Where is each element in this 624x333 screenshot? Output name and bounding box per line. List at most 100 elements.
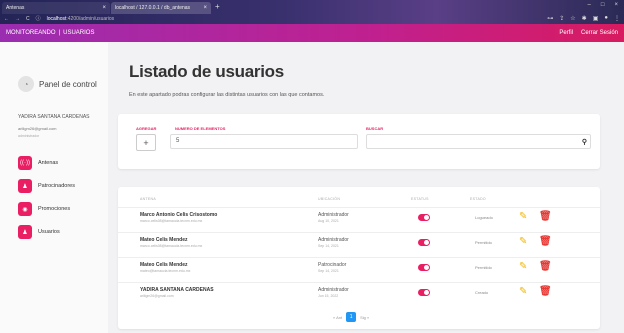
section-title: USUARIOS: [63, 30, 95, 36]
sidebar-item-patrocinadores[interactable]: ♟ Patrocinadores: [18, 179, 98, 193]
status-toggle[interactable]: [418, 214, 430, 221]
logout-link[interactable]: Cerrar Sesión: [581, 30, 618, 36]
status-text: Permitido: [475, 240, 492, 245]
status-toggle[interactable]: [418, 264, 430, 271]
close-window-icon[interactable]: ×: [614, 2, 618, 8]
user-role: Administrador: [318, 237, 349, 243]
star-icon[interactable]: ☆: [570, 15, 575, 22]
user-date: Jun 15, 2022: [318, 294, 339, 298]
column-header: ANTENA: [140, 197, 156, 201]
page-title: Listado de usuarios: [129, 62, 284, 81]
add-user-button[interactable]: +: [136, 134, 156, 151]
maximize-icon[interactable]: □: [601, 2, 605, 8]
edit-icon[interactable]: ✎: [519, 261, 527, 272]
info-icon: ⓘ: [35, 16, 41, 22]
status-text: Creado: [475, 290, 489, 295]
tab-label: localhost / 127.0.0.1 / db_antenas: [115, 5, 191, 11]
extensions-icon[interactable]: ✱: [582, 15, 587, 22]
key-icon[interactable]: ⊶: [547, 15, 553, 22]
url-path: :4200/admin/usuarios: [66, 15, 115, 22]
antenna-icon: ((·)): [18, 156, 32, 170]
sidebar-nav: ((·)) Antenas ♟ Patrocinadores ◉ Promoci…: [18, 156, 98, 239]
user-role: Patrocinador: [318, 262, 347, 268]
user-role: Administrador: [318, 212, 349, 218]
filter-card: AGREGAR NUMERO DE ELEMENTOS BUSCAR + 5 ⚲: [118, 114, 600, 169]
status-text: Logueado: [475, 215, 493, 220]
user-role: Administrador: [318, 287, 349, 293]
user-name: Marco Antonio Celis Crisostomo: [140, 212, 218, 218]
minimize-icon[interactable]: –: [588, 2, 591, 8]
table-row: Mateo Celis Mendez marco.celis08@tamaucl…: [118, 232, 600, 257]
pagination: « Ant 1 Sig »: [333, 312, 369, 322]
user-email: marco.celis08@tamaucla.tecnm.edu.mx: [140, 219, 203, 223]
user-icon: ♟: [18, 225, 32, 239]
next-page-link[interactable]: Sig »: [360, 315, 369, 320]
sidebar-item-label: Promociones: [38, 206, 71, 212]
reload-icon[interactable]: C: [26, 16, 30, 22]
trash-icon[interactable]: 🗑: [539, 286, 552, 297]
brand[interactable]: MONITOREANDO: [6, 30, 56, 36]
search-label: BUSCAR: [366, 126, 384, 131]
num-elements-label: NUMERO DE ELEMENTOS: [175, 126, 226, 131]
back-icon[interactable]: ←: [4, 16, 9, 22]
table-row: Mateo Celis Mendez mateo@tamaucla.tecnm.…: [118, 257, 600, 282]
status-text: Permitido: [475, 265, 492, 270]
trash-icon[interactable]: 🗑: [539, 236, 552, 247]
sidebar-item-usuarios[interactable]: ♟ Usuarios: [18, 225, 98, 239]
panel-title-text: Panel de control: [39, 79, 97, 89]
main-content: Listado de usuarios En este apartado pod…: [118, 62, 608, 329]
close-icon[interactable]: ×: [102, 5, 106, 11]
share-icon[interactable]: ⇪: [559, 15, 564, 22]
user-name: Mateo Celis Mendez: [140, 262, 188, 268]
status-toggle[interactable]: [418, 239, 430, 246]
user-email: mateo@tamaucla.tecnm.edu.mx: [140, 269, 191, 273]
user-name: Mateo Celis Mendez: [140, 237, 188, 243]
user-email: marco.celis08@tamaucla.tecnm.edu.mx: [140, 244, 203, 248]
window-controls: – □ ×: [588, 2, 618, 8]
person-icon: ♟: [18, 179, 32, 193]
separator: |: [58, 30, 61, 36]
users-table: ANTENA UBICACIÓN ESTATUS ESTADO Marco An…: [118, 187, 600, 329]
sidebar-item-label: Patrocinadores: [38, 183, 75, 189]
status-toggle[interactable]: [418, 289, 430, 296]
user-role: administrador: [18, 134, 40, 138]
tab-label: Antenas: [6, 5, 25, 11]
sidebar-item-promociones[interactable]: ◉ Promociones: [18, 202, 98, 216]
url-field[interactable]: localhost:4200/admin/usuarios: [47, 16, 115, 22]
num-elements-input[interactable]: 5: [170, 134, 358, 149]
table-row: YADIRA SANTANA CARDENAS ariligm26@gmail.…: [118, 282, 600, 307]
user-date: Sep 14, 2021: [318, 244, 339, 248]
edit-icon[interactable]: ✎: [519, 236, 527, 247]
search-icon[interactable]: ⚲: [582, 138, 587, 146]
forward-icon[interactable]: →: [15, 16, 20, 22]
profile-link[interactable]: Perfil: [559, 30, 573, 36]
browser-chrome: Antenas × localhost / 127.0.0.1 / db_ant…: [0, 0, 624, 24]
address-bar: ← → C ⓘ localhost:4200/admin/usuarios ⊶ …: [0, 13, 624, 24]
user-name: YADIRA SANTANA CARDENAS: [18, 114, 90, 120]
app-header: MONITOREANDO | USUARIOS Perfil Cerrar Se…: [0, 24, 624, 42]
user-date: Sep 14, 2021: [318, 269, 339, 273]
search-input[interactable]: ⚲: [366, 134, 591, 149]
edit-icon[interactable]: ✎: [519, 286, 527, 297]
panel-title: ◔ Panel de control: [18, 76, 98, 92]
add-label: AGREGAR: [136, 126, 157, 131]
sidebar-item-label: Antenas: [38, 160, 59, 166]
window-icon[interactable]: ▣: [593, 15, 599, 22]
user-email: ariligm26@gmail.com: [140, 294, 174, 298]
page-description: En este apartado podras configurar las d…: [129, 92, 325, 98]
prev-page-link[interactable]: « Ant: [333, 315, 342, 320]
close-icon[interactable]: ×: [203, 5, 207, 11]
sidebar-item-antenas[interactable]: ((·)) Antenas: [18, 156, 98, 170]
edit-icon[interactable]: ✎: [519, 211, 527, 222]
page-1-button[interactable]: 1: [346, 312, 357, 322]
column-header: UBICACIÓN: [318, 197, 341, 201]
trash-icon[interactable]: 🗑: [539, 211, 552, 222]
new-tab-icon[interactable]: +: [215, 2, 220, 11]
url-host: localhost: [46, 15, 67, 22]
menu-icon[interactable]: ⋮: [614, 15, 620, 22]
sidebar-item-label: Usuarios: [38, 229, 60, 235]
browser-tools: ⊶ ⇪ ☆ ✱ ▣ ● ⋮: [547, 15, 620, 22]
trash-icon[interactable]: 🗑: [539, 261, 552, 272]
target-icon: ◉: [18, 202, 32, 216]
profile-icon[interactable]: ●: [604, 15, 608, 22]
